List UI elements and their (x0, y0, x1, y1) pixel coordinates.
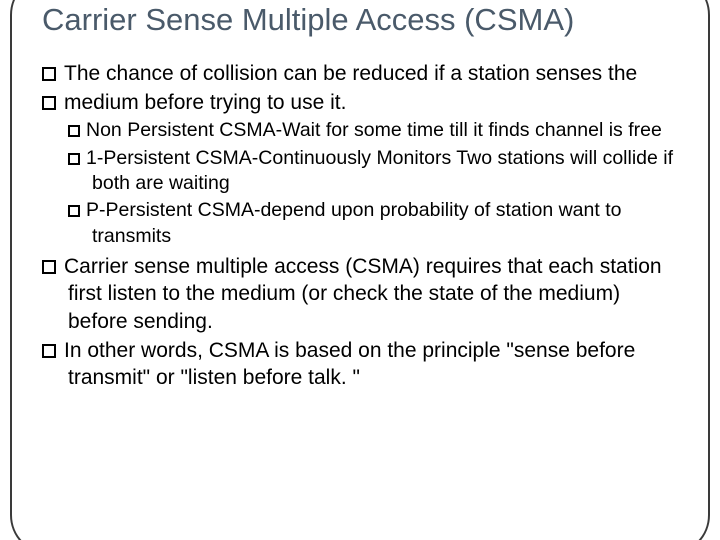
subbullet-non-persistent: Non Persistent CSMA-Wait for some time t… (68, 118, 678, 143)
bullet-csma-requires: Carrier sense multiple access (CSMA) req… (42, 253, 678, 335)
square-bullet-icon (68, 153, 80, 165)
bullet-text: P-Persistent CSMA-depend upon probabilit… (86, 199, 621, 246)
square-bullet-icon (42, 260, 56, 274)
bullet-text: medium before trying to use it. (64, 91, 346, 114)
square-bullet-icon (42, 67, 56, 81)
bullet-sense-before-transmit: In other words, CSMA is based on the pri… (42, 337, 678, 392)
bullet-text: The chance of collision can be reduced i… (64, 62, 637, 85)
square-bullet-icon (68, 205, 80, 217)
subbullet-1-persistent: 1-Persistent CSMA-Continuously Monitors … (68, 146, 678, 197)
bullet-medium-before: medium before trying to use it. (42, 89, 678, 116)
slide-title: Carrier Sense Multiple Access (CSMA) (42, 2, 678, 38)
bullet-text: 1-Persistent CSMA-Continuously Monitors … (86, 147, 673, 194)
slide-frame: Carrier Sense Multiple Access (CSMA) The… (10, 0, 710, 540)
bullet-collision-reduce: The chance of collision can be reduced i… (42, 60, 678, 87)
subbullet-p-persistent: P-Persistent CSMA-depend upon probabilit… (68, 198, 678, 249)
square-bullet-icon (68, 125, 80, 137)
square-bullet-icon (42, 96, 56, 110)
bullet-text: In other words, CSMA is based on the pri… (64, 339, 635, 389)
bullet-text: Non Persistent CSMA-Wait for some time t… (86, 119, 662, 141)
square-bullet-icon (42, 344, 56, 358)
bullet-text: Carrier sense multiple access (CSMA) req… (64, 255, 662, 333)
